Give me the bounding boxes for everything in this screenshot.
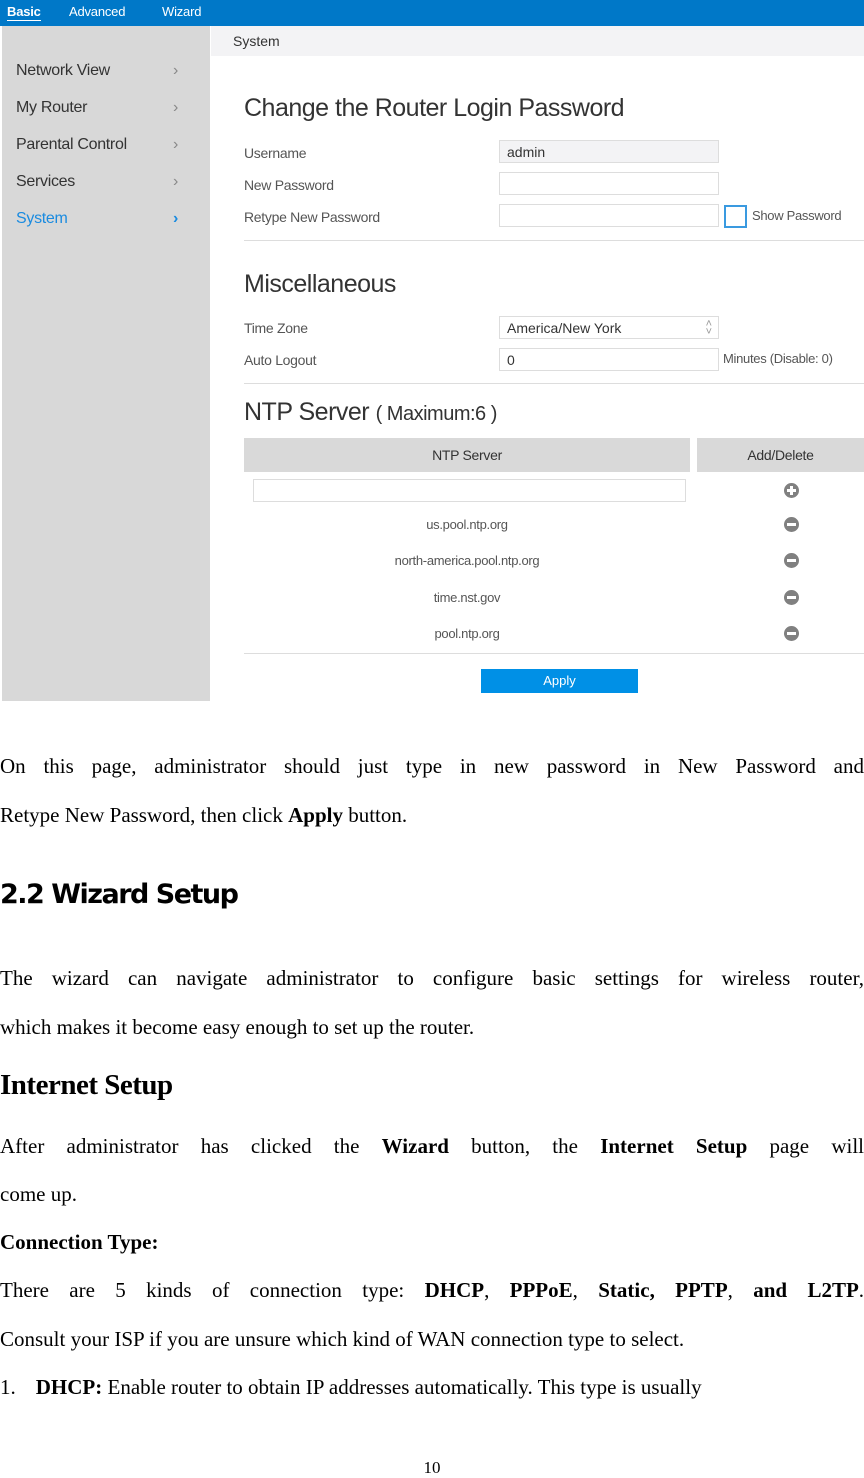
divider: [244, 240, 864, 241]
chevron-right-icon: ›: [172, 210, 178, 227]
text: There are 5 kinds of connection type:: [0, 1278, 425, 1302]
auto-logout-field[interactable]: [499, 348, 719, 371]
show-password-label: Show Password: [752, 208, 842, 223]
bold-text: PPPoE: [509, 1278, 573, 1302]
chevron-right-icon: ›: [172, 99, 178, 116]
sidebar: Network View › My Router › Parental Cont…: [2, 26, 210, 701]
sidebar-item-label: My Router: [16, 99, 88, 116]
sidebar-item-system[interactable]: System ›: [16, 210, 186, 228]
show-password-checkbox[interactable]: [724, 205, 747, 228]
bold-text: Wizard: [381, 1134, 449, 1158]
auto-logout-note: Minutes (Disable: 0): [723, 351, 833, 366]
chevron-right-icon: ›: [172, 62, 178, 79]
paragraph-internet-line2: come up.: [0, 1182, 77, 1206]
top-nav-bar: Basic Advanced Wizard: [0, 0, 864, 26]
ntp-server-column-header: NTP Server: [244, 438, 690, 472]
heading-connection-type: Connection Type:: [0, 1230, 159, 1254]
ntp-server-row: north-america.pool.ntp.org: [394, 553, 540, 568]
text: ,: [484, 1278, 510, 1302]
text: Retype New Password, then click: [0, 803, 289, 827]
text: button.: [342, 803, 408, 827]
username-label: Username: [244, 145, 307, 161]
ntp-title-suffix: ( Maximum:6 ): [375, 403, 498, 425]
text: ,: [727, 1278, 754, 1302]
breadcrumb-bar: System: [211, 26, 864, 56]
new-password-field[interactable]: [499, 172, 719, 195]
sidebar-item-my-router[interactable]: My Router ›: [16, 99, 186, 117]
paragraph-internet-line1: After administrator has clicked the Wiza…: [0, 1134, 864, 1158]
add-delete-column-header: Add/Delete: [697, 438, 864, 472]
sidebar-item-parental-control[interactable]: Parental Control ›: [16, 136, 186, 154]
text: .: [858, 1278, 864, 1302]
bold-text: DHCP: [424, 1278, 485, 1302]
auto-logout-label: Auto Logout: [244, 352, 317, 368]
retype-password-field[interactable]: [499, 204, 719, 227]
bold-text: Static, PPTP: [598, 1278, 728, 1302]
paragraph-conn-line2: Consult your ISP if you are unsure which…: [0, 1327, 685, 1351]
paragraph-conn-line1: There are 5 kinds of connection type: DH…: [0, 1278, 864, 1302]
timezone-select[interactable]: America/New York ˄ ˅: [499, 316, 719, 339]
bold-text: DHCP:: [35, 1375, 103, 1399]
text: page will: [747, 1134, 864, 1158]
add-server-icon[interactable]: [784, 483, 799, 498]
section-heading-wizard-setup: 2.2 Wizard Setup: [0, 879, 239, 910]
sidebar-item-label: Parental Control: [16, 136, 127, 153]
paragraph-password-line2: Retype New Password, then click Apply bu…: [0, 803, 864, 827]
tab-basic[interactable]: Basic: [7, 4, 41, 21]
paragraph-wizard-line2: which makes it become easy enough to set…: [0, 1015, 475, 1039]
sidebar-item-services[interactable]: Services ›: [16, 173, 186, 191]
bold-text: and L2TP: [753, 1278, 859, 1302]
ntp-server-row: us.pool.ntp.org: [426, 517, 508, 532]
sidebar-item-network-view[interactable]: Network View ›: [16, 62, 186, 80]
ntp-server-input[interactable]: [253, 479, 686, 502]
sidebar-item-label: Network View: [16, 62, 110, 79]
retype-password-label: Retype New Password: [244, 209, 380, 225]
delete-server-icon[interactable]: [784, 590, 799, 605]
breadcrumb: System: [233, 33, 280, 49]
router-screenshot: Basic Advanced Wizard Network View › My …: [0, 0, 864, 702]
subheading-internet-setup: Internet Setup: [0, 1069, 173, 1101]
text: ,: [572, 1278, 599, 1302]
apply-button[interactable]: Apply: [481, 669, 638, 693]
divider: [244, 383, 864, 384]
list-number: 1.: [0, 1375, 16, 1399]
chevron-right-icon: ›: [172, 136, 178, 153]
paragraph-password-line1: On this page, administrator should just …: [0, 754, 864, 778]
text: Enable router to obtain IP addresses aut…: [102, 1375, 702, 1399]
tab-wizard[interactable]: Wizard: [162, 4, 201, 19]
bold-text: Apply: [288, 803, 343, 827]
new-password-label: New Password: [244, 177, 334, 193]
password-section-title: Change the Router Login Password: [244, 94, 625, 122]
sidebar-item-label: Services: [16, 173, 75, 190]
ntp-title-text: NTP Server: [244, 398, 370, 426]
bold-text: Internet Setup: [600, 1134, 748, 1158]
misc-section-title: Miscellaneous: [244, 270, 396, 298]
chevron-right-icon: ›: [172, 173, 178, 190]
ntp-server-row: time.nst.gov: [433, 590, 501, 605]
ntp-server-row: pool.ntp.org: [434, 626, 500, 641]
select-updown-icon: ˄ ˅: [705, 318, 712, 338]
timezone-value: America/New York: [507, 320, 622, 336]
delete-server-icon[interactable]: [784, 626, 799, 641]
divider: [244, 653, 864, 654]
delete-server-icon[interactable]: [784, 517, 799, 532]
list-item-dhcp: 1. DHCP: Enable router to obtain IP addre…: [0, 1375, 864, 1399]
paragraph-wizard-line1: The wizard can navigate administrator to…: [0, 966, 864, 990]
timezone-label: Time Zone: [244, 320, 308, 336]
username-field[interactable]: [499, 140, 719, 163]
ntp-section-title: NTP Server ( Maximum:6 ): [244, 398, 497, 427]
sidebar-item-label: System: [16, 210, 68, 227]
tab-advanced[interactable]: Advanced: [69, 4, 125, 19]
delete-server-icon[interactable]: [784, 553, 799, 568]
page-number: 10: [423, 1458, 441, 1477]
text: After administrator has clicked the: [0, 1134, 382, 1158]
text: button, the: [448, 1134, 601, 1158]
